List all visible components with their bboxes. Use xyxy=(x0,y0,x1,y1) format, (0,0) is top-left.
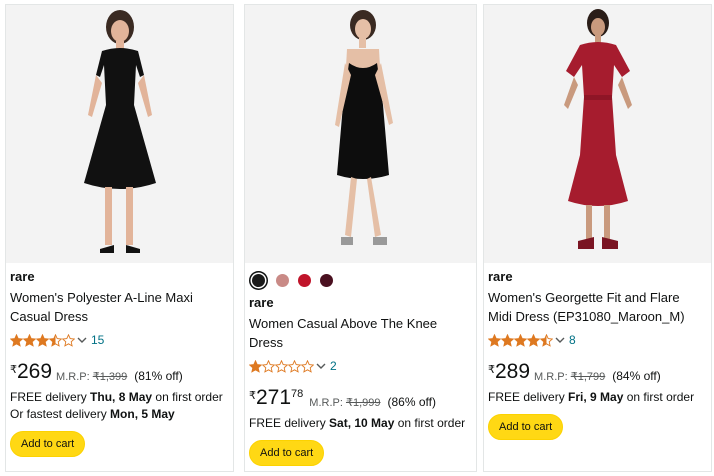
rating-row[interactable]: 2 xyxy=(249,357,470,375)
price-currency: ₹ xyxy=(249,390,256,402)
price-whole: 271 xyxy=(256,386,292,409)
price-currency: ₹ xyxy=(10,364,17,376)
dress-photo-maroon-midi xyxy=(563,9,632,249)
mrp-label: M.R.P: xyxy=(309,397,343,409)
price-row: ₹ 271 78 M.R.P: ₹1,999 (86% off) xyxy=(249,387,470,413)
delivery-suffix: on first order xyxy=(155,390,223,404)
product-image[interactable] xyxy=(484,5,711,263)
price-row: ₹ 289 M.R.P: ₹1,799 (84% off) xyxy=(488,361,705,387)
star-icon xyxy=(23,333,36,347)
dress-photo-black-aline xyxy=(83,10,156,253)
price-whole: 289 xyxy=(495,360,531,383)
delivery-date: Sat, 10 May xyxy=(329,416,395,430)
mrp-value: ₹1,799 xyxy=(570,371,606,383)
chevron-down-icon[interactable] xyxy=(316,362,326,370)
star-icon xyxy=(36,333,49,347)
star-icon xyxy=(262,359,275,373)
delivery-prefix: FREE delivery xyxy=(249,416,326,430)
delivery-info: FREE delivery Fri, 9 May on first order xyxy=(488,389,705,406)
dress-photo-black-slip xyxy=(334,10,393,245)
star-icon xyxy=(540,333,553,347)
delivery-prefix: FREE delivery xyxy=(488,390,565,404)
brand-name: rare xyxy=(10,269,35,284)
star-icon xyxy=(62,333,75,347)
color-swatch[interactable] xyxy=(320,273,333,287)
price-row: ₹ 269 M.R.P: ₹1,399 (81% off) xyxy=(10,361,227,387)
delivery-info: FREE delivery Sat, 10 May on first order xyxy=(249,415,470,432)
star-icon xyxy=(49,333,62,347)
star-icon xyxy=(301,359,314,373)
price-fraction: 78 xyxy=(291,388,304,400)
price-whole: 269 xyxy=(17,360,53,383)
rating-count-link[interactable]: 8 xyxy=(569,333,576,347)
star-rating xyxy=(249,359,314,373)
mrp-value: ₹1,399 xyxy=(92,371,128,383)
product-title-link[interactable]: Women's Georgette Fit and Flare Midi Dre… xyxy=(488,288,705,326)
delivery-date: Thu, 8 May xyxy=(90,390,153,404)
color-swatch[interactable] xyxy=(298,273,311,287)
star-icon xyxy=(249,359,262,373)
product-card[interactable]: rare Women Casual Above The Knee Dress 2… xyxy=(244,4,477,472)
star-icon xyxy=(10,333,23,347)
star-rating xyxy=(10,333,75,347)
star-icon xyxy=(488,333,501,347)
star-icon xyxy=(514,333,527,347)
product-title-link[interactable]: Women Casual Above The Knee Dress xyxy=(249,314,470,352)
mrp: M.R.P: ₹1,399 xyxy=(56,370,127,383)
product-title-link[interactable]: Women's Polyester A-Line Maxi Casual Dre… xyxy=(10,288,227,326)
discount: (81% off) xyxy=(134,369,183,383)
brand-name: rare xyxy=(488,269,513,284)
fast-delivery-info: Or fastest delivery Mon, 5 May xyxy=(10,406,227,423)
rating-row[interactable]: 8 xyxy=(488,331,705,349)
delivery-prefix: FREE delivery xyxy=(10,390,87,404)
star-icon xyxy=(275,359,288,373)
add-to-cart-button[interactable]: Add to cart xyxy=(249,440,325,466)
color-swatch[interactable] xyxy=(276,273,289,287)
mrp: M.R.P: ₹1,799 xyxy=(534,370,605,383)
mrp-label: M.R.P: xyxy=(56,371,90,383)
discount: (86% off) xyxy=(387,395,436,409)
delivery-info: FREE delivery Thu, 8 May on first order xyxy=(10,389,227,406)
mrp-value: ₹1,999 xyxy=(345,397,381,409)
delivery-date: Fri, 9 May xyxy=(568,390,624,404)
star-icon xyxy=(501,333,514,347)
product-card[interactable]: rare Women's Polyester A-Line Maxi Casua… xyxy=(5,4,234,472)
rating-count-link[interactable]: 15 xyxy=(91,333,104,347)
star-icon xyxy=(527,333,540,347)
add-to-cart-button[interactable]: Add to cart xyxy=(488,414,564,440)
product-image[interactable] xyxy=(6,5,233,263)
star-icon xyxy=(288,359,301,373)
mrp: M.R.P: ₹1,999 xyxy=(309,396,380,409)
brand-name: rare xyxy=(249,295,274,310)
color-swatches xyxy=(249,271,470,289)
mrp-label: M.R.P: xyxy=(534,371,568,383)
product-card[interactable]: rare Women's Georgette Fit and Flare Mid… xyxy=(483,4,712,472)
chevron-down-icon[interactable] xyxy=(77,336,87,344)
delivery-suffix: on first order xyxy=(397,416,466,430)
fast-delivery-prefix: Or fastest delivery xyxy=(10,407,107,421)
rating-row[interactable]: 15 xyxy=(10,331,227,349)
delivery-suffix: on first order xyxy=(626,390,695,404)
price-currency: ₹ xyxy=(488,364,495,376)
add-to-cart-button[interactable]: Add to cart xyxy=(10,431,86,457)
fast-delivery-date: Mon, 5 May xyxy=(110,407,175,421)
chevron-down-icon[interactable] xyxy=(555,336,565,344)
discount: (84% off) xyxy=(612,369,661,383)
color-swatch[interactable] xyxy=(252,273,265,287)
product-image[interactable] xyxy=(245,5,476,263)
star-rating xyxy=(488,333,553,347)
rating-count-link[interactable]: 2 xyxy=(330,359,337,373)
